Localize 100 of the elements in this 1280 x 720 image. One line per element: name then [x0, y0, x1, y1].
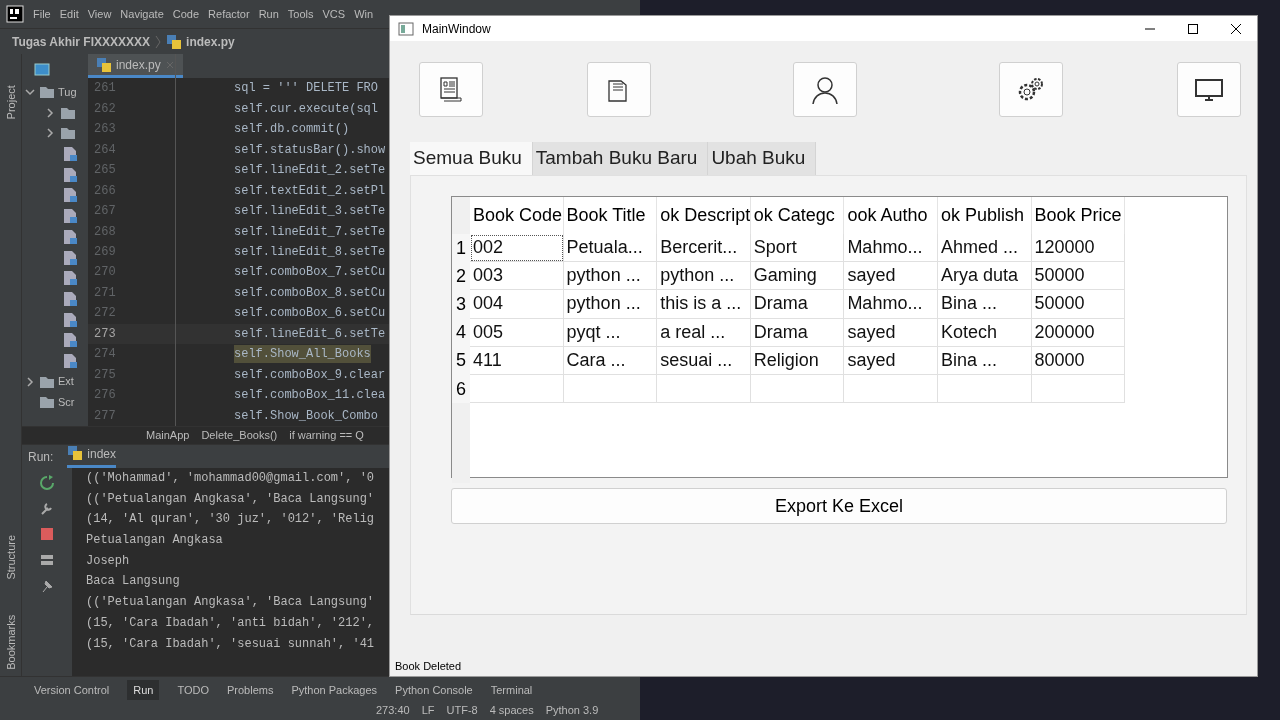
- layout-icon[interactable]: [39, 552, 55, 568]
- menu-item[interactable]: Navigate: [120, 5, 164, 23]
- line-number: 270: [93, 264, 117, 282]
- export-button[interactable]: Export Ke Excel: [451, 488, 1227, 524]
- table-cell: this is a ...: [657, 290, 751, 319]
- chevron-icon[interactable]: [24, 375, 36, 388]
- code-text: self.statusBar().show: [234, 141, 386, 159]
- python-file-icon: [67, 445, 84, 461]
- line-number: 272: [93, 305, 117, 323]
- file-icon: [62, 208, 78, 225]
- tree-label[interactable]: Scr: [58, 394, 75, 411]
- line-number: 265: [93, 162, 117, 180]
- line-number: 262: [93, 100, 117, 118]
- code-text: self.db.commit(): [234, 121, 350, 139]
- table-cell: python ...: [563, 262, 658, 291]
- status-item[interactable]: 273:40: [376, 701, 410, 719]
- chevron-icon[interactable]: [44, 127, 56, 140]
- breadcrumb-item[interactable]: if warning == Q: [289, 427, 364, 444]
- side-tab[interactable]: Project: [2, 73, 20, 132]
- user-button[interactable]: [793, 62, 857, 117]
- line-number: 274: [93, 346, 117, 364]
- table-cell: sesuai ...: [657, 346, 751, 375]
- breadcrumb-item[interactable]: Delete_Books(): [201, 427, 278, 444]
- table-cell: 200000: [1031, 318, 1126, 347]
- line-number: 273: [93, 325, 117, 343]
- line-number: 277: [93, 407, 117, 425]
- menu-item[interactable]: Run: [258, 5, 279, 23]
- menu-item[interactable]: View: [87, 5, 112, 23]
- folder-icon: [39, 394, 55, 411]
- book-button[interactable]: [419, 62, 483, 117]
- table-cell: python ...: [563, 290, 658, 319]
- stop-icon[interactable]: [39, 526, 55, 542]
- row-header[interactable]: 5: [452, 346, 470, 375]
- rerun-icon[interactable]: [39, 474, 55, 490]
- tool-window-tab[interactable]: Python Console: [395, 682, 473, 699]
- menu-item[interactable]: File: [33, 5, 51, 23]
- monitor-button[interactable]: [1177, 62, 1241, 117]
- table-cell: sayed: [844, 262, 938, 291]
- code-text: self.textEdit_2.setPl: [234, 182, 386, 200]
- row-header[interactable]: 6: [452, 374, 470, 404]
- console-tab[interactable]: index: [67, 445, 117, 468]
- chevron-icon[interactable]: [44, 106, 56, 119]
- python-file-icon: [166, 33, 183, 50]
- line-number: 264: [93, 141, 117, 159]
- table-cell: 002: [470, 234, 564, 263]
- project-breadcrumb[interactable]: Tugas Akhir FIXXXXXXX: [12, 32, 151, 51]
- table-cell: 411: [470, 346, 564, 375]
- tool-window-tab[interactable]: Terminal: [490, 682, 533, 699]
- console-line: Petualangan Angkasa: [86, 532, 224, 550]
- table-cell: Gaming: [750, 262, 845, 291]
- side-tab[interactable]: Structure: [2, 528, 20, 587]
- table-cell: a real ...: [657, 318, 751, 347]
- table-cell: Mahmo...: [844, 234, 938, 263]
- table-cell: Bercerit...: [657, 234, 751, 263]
- code-text: self.comboBox_6.setCu: [234, 305, 386, 323]
- code-text: self.lineEdit_3.setTe: [234, 203, 386, 221]
- file-icon: [62, 270, 78, 287]
- code-text: self.comboBox_8.setCu: [234, 284, 386, 302]
- menu-item[interactable]: Tools: [287, 5, 314, 23]
- file-icon: [62, 166, 78, 183]
- settings-button[interactable]: [999, 62, 1063, 117]
- row-header[interactable]: 3: [452, 290, 470, 319]
- breadcrumb-item[interactable]: MainApp: [146, 427, 190, 444]
- status-item[interactable]: UTF-8: [446, 701, 478, 719]
- table-cell: Kotech: [937, 318, 1032, 347]
- tool-window-tab[interactable]: Version Control: [34, 682, 110, 699]
- file-breadcrumb[interactable]: index.py: [186, 32, 235, 51]
- tab[interactable]: Tambah Buku Baru: [532, 142, 709, 175]
- table-cell: 003: [470, 262, 564, 291]
- side-tab[interactable]: Bookmarks: [2, 613, 20, 672]
- menu-item[interactable]: Refactor: [208, 5, 250, 23]
- menu-item[interactable]: Win: [354, 5, 374, 23]
- file-icon: [62, 290, 78, 307]
- tool-window-tab[interactable]: Problems: [227, 682, 274, 699]
- wrench-icon[interactable]: [39, 500, 55, 516]
- line-number: 276: [93, 387, 117, 405]
- tool-window-tab[interactable]: Run: [127, 680, 160, 701]
- status-item[interactable]: LF: [421, 701, 435, 719]
- folder-button[interactable]: [587, 62, 651, 117]
- menu-item[interactable]: VCS: [322, 5, 346, 23]
- code-text: self.comboBox_11.clea: [234, 387, 386, 405]
- tab[interactable]: Semua Buku: [410, 142, 533, 175]
- menu-item[interactable]: Code: [172, 5, 200, 23]
- tool-window-tab[interactable]: TODO: [177, 682, 209, 699]
- row-header[interactable]: 1: [452, 234, 470, 263]
- tree-label[interactable]: Ext: [58, 373, 74, 390]
- close-icon: [1230, 23, 1241, 34]
- row-header[interactable]: 4: [452, 318, 470, 347]
- editor-tab[interactable]: index.py: [88, 54, 183, 78]
- tree-label[interactable]: Tug: [58, 83, 77, 101]
- file-icon: [62, 228, 78, 245]
- menu-item[interactable]: Edit: [59, 5, 79, 23]
- status-item[interactable]: 4 spaces: [489, 701, 534, 719]
- row-header[interactable]: 2: [452, 262, 470, 291]
- tab[interactable]: Ubah Buku: [708, 142, 817, 175]
- file-icon: [62, 311, 78, 328]
- status-item[interactable]: Python 3.9: [545, 701, 599, 719]
- table-cell: Arya duta: [937, 262, 1032, 291]
- tool-window-tab[interactable]: Python Packages: [291, 682, 378, 699]
- table-cell: Ahmed ...: [937, 234, 1032, 263]
